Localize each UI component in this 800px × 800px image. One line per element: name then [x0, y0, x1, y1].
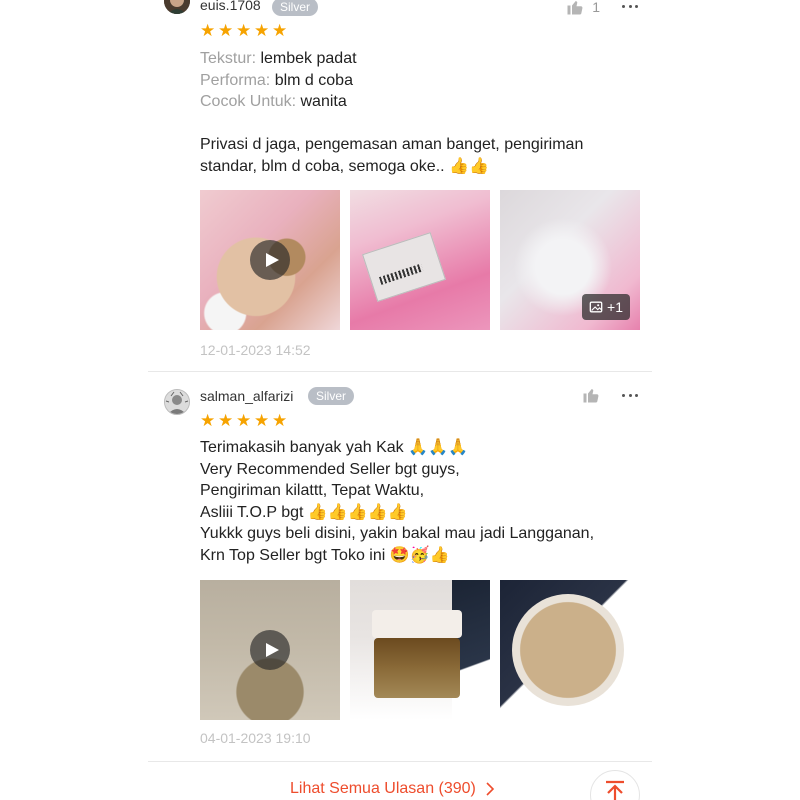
membership-badge: Silver [272, 0, 319, 16]
more-dot [635, 394, 638, 397]
attribute-key: Tekstur: [200, 50, 257, 67]
review-image-thumbnail[interactable] [350, 580, 490, 720]
more-dot [635, 5, 638, 8]
star-icon: ★ [272, 21, 288, 40]
review-image-thumbnail[interactable]: +1 [500, 190, 640, 330]
back-to-top-button[interactable] [590, 770, 640, 800]
attribute-value: lembek padat [260, 50, 357, 67]
more-horizontal-icon [622, 394, 625, 397]
jar-image [372, 610, 462, 698]
chevron-right-icon [486, 782, 495, 796]
more-dot [628, 394, 632, 397]
like-button[interactable] [582, 386, 600, 404]
review-card: euis.1708 Silver 1 ★ ★ ★ ★ ★ Tekstur: le… [148, 0, 652, 372]
review-video-thumbnail[interactable] [200, 580, 340, 720]
review-text: Terimakasih banyak yah Kak 🙏🙏🙏 Very Reco… [200, 439, 595, 564]
review-text: Privasi d jaga, pengemasan aman banget, … [200, 136, 584, 175]
shipping-label-image [362, 232, 446, 302]
star-icon: ★ [236, 411, 252, 430]
review-card: salman_alfarizi Silver ★ ★ ★ ★ ★ Terimak… [148, 372, 652, 762]
review-attributes: Tekstur: lembek padat Performa: blm d co… [200, 48, 357, 113]
jar-body [374, 638, 460, 698]
thumbs-up-icon [583, 389, 599, 403]
review-media-gallery [200, 580, 640, 720]
more-images-badge[interactable]: +1 [582, 294, 630, 320]
star-icon: ★ [218, 21, 234, 40]
attribute-row: Cocok Untuk: wanita [200, 91, 357, 113]
review-video-thumbnail[interactable] [200, 190, 340, 330]
reviews-page: euis.1708 Silver 1 ★ ★ ★ ★ ★ Tekstur: le… [0, 0, 800, 800]
thumbs-up-icon [567, 1, 583, 15]
more-images-count: +1 [607, 299, 623, 315]
like-button[interactable]: 1 [566, 0, 600, 16]
membership-badge: Silver [308, 387, 355, 405]
arrow-up-to-top-icon [606, 780, 624, 800]
star-icon: ★ [254, 21, 270, 40]
review-timestamp: 04-01-2023 19:10 [200, 730, 311, 746]
avatar-image [164, 0, 190, 14]
rating-stars: ★ ★ ★ ★ ★ [200, 411, 288, 430]
rating-stars: ★ ★ ★ ★ ★ [200, 21, 288, 40]
see-all-label: Lihat Semua Ulasan (390) [290, 780, 476, 797]
review-media-gallery: +1 [200, 190, 640, 330]
play-icon [265, 643, 279, 657]
like-count: 1 [592, 0, 600, 15]
attribute-row: Tekstur: lembek padat [200, 48, 357, 70]
play-button[interactable] [250, 630, 290, 670]
review-image-thumbnail[interactable] [350, 190, 490, 330]
avatar[interactable] [164, 0, 190, 14]
attribute-row: Performa: blm d coba [200, 70, 357, 92]
star-icon: ★ [200, 411, 216, 430]
play-icon [265, 253, 279, 267]
jar-top-image [512, 594, 624, 706]
attribute-key: Cocok Untuk: [200, 93, 297, 110]
attribute-key: Performa: [200, 71, 271, 89]
star-icon: ★ [200, 21, 216, 40]
username[interactable]: salman_alfarizi [200, 388, 293, 404]
more-options-button[interactable] [622, 394, 638, 398]
star-icon: ★ [254, 411, 270, 430]
more-options-button[interactable] [622, 5, 638, 9]
see-all-reviews-link[interactable]: Lihat Semua Ulasan (390) [290, 780, 496, 798]
star-icon: ★ [218, 411, 234, 430]
avatar[interactable] [164, 389, 190, 415]
play-button[interactable] [250, 240, 290, 280]
review-timestamp: 12-01-2023 14:52 [200, 342, 311, 358]
username[interactable]: euis.1708 [200, 0, 261, 13]
jar-lid [372, 610, 462, 638]
image-icon [589, 301, 603, 313]
attribute-value: blm d coba [274, 71, 353, 89]
avatar-image [165, 390, 189, 414]
more-dot [628, 5, 632, 8]
star-icon: ★ [272, 411, 288, 430]
attribute-value: wanita [300, 93, 347, 110]
star-icon: ★ [236, 21, 252, 40]
review-image-thumbnail[interactable] [500, 580, 640, 720]
more-horizontal-icon [622, 5, 625, 8]
